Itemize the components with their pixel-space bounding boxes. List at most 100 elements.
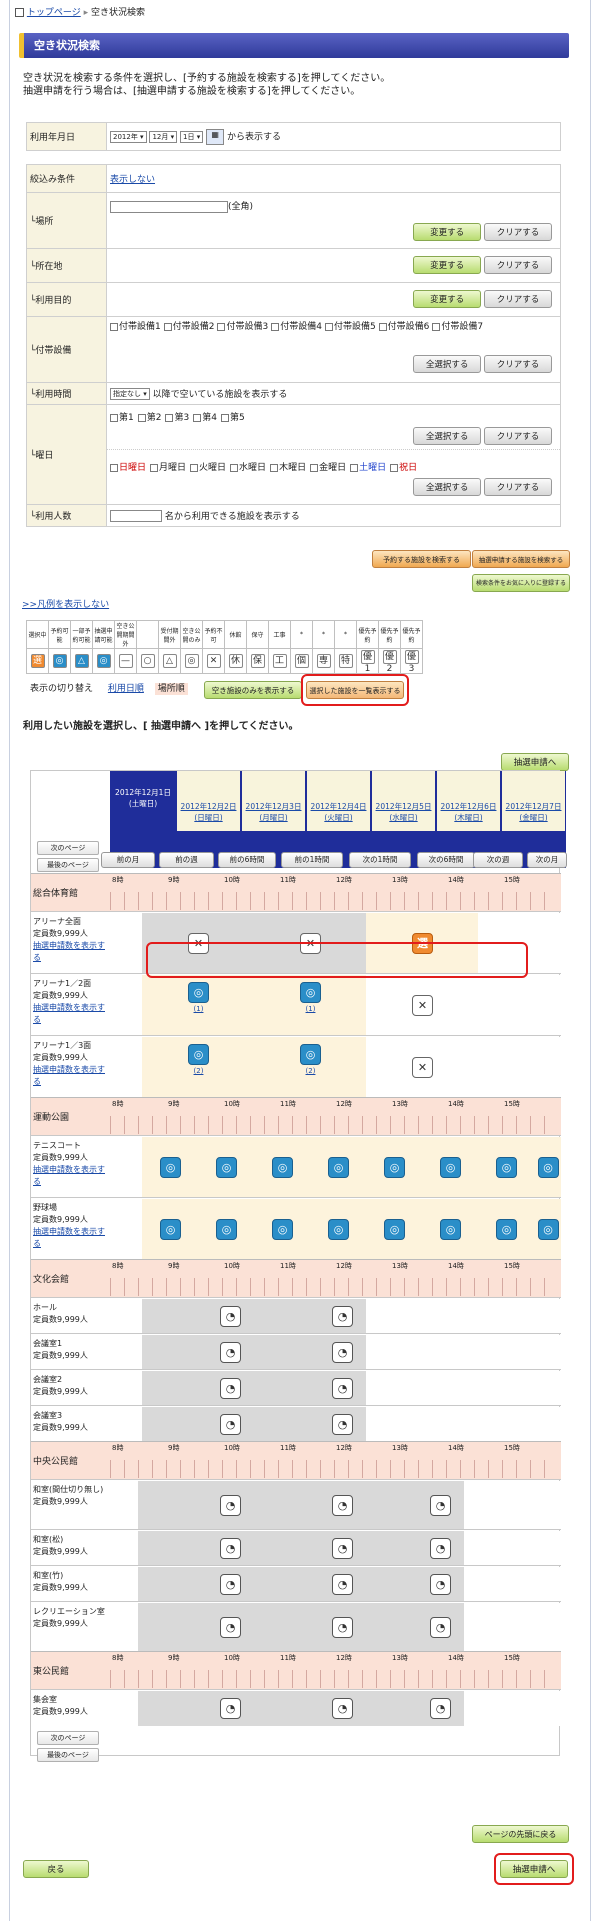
- equip-option[interactable]: 付帯設備6: [378, 322, 429, 332]
- show-empty-button[interactable]: 空き施設のみを表示する: [204, 681, 302, 699]
- nav-button[interactable]: 前の月: [101, 852, 155, 868]
- available-icon[interactable]: ◎: [188, 1044, 209, 1065]
- search-lottery-button[interactable]: 抽選申請する施設を検索する: [472, 550, 570, 568]
- partial-icon[interactable]: ◔: [332, 1414, 353, 1435]
- available-icon[interactable]: ◎: [216, 1219, 237, 1240]
- available-icon[interactable]: ◎: [160, 1157, 181, 1178]
- nav-button[interactable]: 前の1時間: [281, 852, 343, 868]
- checkbox[interactable]: [220, 413, 229, 422]
- location-clear-button[interactable]: クリアする: [484, 256, 552, 274]
- checkbox[interactable]: [324, 322, 333, 331]
- nav-button[interactable]: 次の月: [527, 852, 567, 868]
- checkbox[interactable]: [190, 463, 199, 472]
- partial-icon[interactable]: ◔: [332, 1574, 353, 1595]
- day-header-link[interactable]: 2012年12月4日(火曜日): [309, 801, 368, 823]
- partial-icon[interactable]: ◔: [332, 1538, 353, 1559]
- partial-icon[interactable]: ◔: [220, 1342, 241, 1363]
- save-favorite-button[interactable]: 検索条件をお気に入りに登録する: [472, 574, 570, 592]
- checkbox[interactable]: [137, 413, 146, 422]
- checkbox[interactable]: [271, 322, 280, 331]
- place-input[interactable]: [110, 200, 228, 213]
- filter-toggle-link[interactable]: 表示しない: [110, 175, 155, 185]
- partial-icon[interactable]: ◔: [332, 1495, 353, 1516]
- partial-icon[interactable]: ◔: [332, 1617, 353, 1638]
- day-all-button[interactable]: 全選択する: [413, 478, 482, 496]
- available-icon[interactable]: ◎: [496, 1219, 517, 1240]
- checkbox[interactable]: [217, 322, 226, 331]
- checkbox[interactable]: [230, 463, 239, 472]
- day-option[interactable]: 祝日: [390, 463, 417, 473]
- time-select[interactable]: 指定なし ▾: [110, 388, 150, 401]
- month-select[interactable]: 12月 ▾: [149, 130, 178, 143]
- week-option[interactable]: 第1: [110, 413, 134, 423]
- partial-icon[interactable]: ◔: [220, 1378, 241, 1399]
- last-page-button[interactable]: 最後のページ: [37, 1748, 99, 1762]
- day-option[interactable]: 水曜日: [230, 463, 266, 473]
- day-clear-button[interactable]: クリアする: [484, 478, 552, 496]
- checkbox[interactable]: [163, 322, 172, 331]
- nav-button[interactable]: 次の6時間: [417, 852, 475, 868]
- nav-button[interactable]: 次の週: [473, 852, 523, 868]
- equip-clear-button[interactable]: クリアする: [484, 355, 552, 373]
- partial-icon[interactable]: ◔: [220, 1306, 241, 1327]
- available-icon[interactable]: ◎: [537, 1157, 559, 1178]
- partial-icon[interactable]: ◔: [332, 1306, 353, 1327]
- week-clear-button[interactable]: クリアする: [484, 427, 552, 445]
- available-icon[interactable]: ◎: [440, 1219, 461, 1240]
- partial-icon[interactable]: ◔: [220, 1538, 241, 1559]
- available-icon[interactable]: ◎: [328, 1219, 349, 1240]
- purpose-clear-button[interactable]: クリアする: [484, 290, 552, 308]
- back-button[interactable]: 戻る: [23, 1860, 89, 1878]
- partial-icon[interactable]: ◔: [430, 1698, 451, 1719]
- checkbox[interactable]: [432, 322, 441, 331]
- equip-option[interactable]: 付帯設備2: [163, 322, 214, 332]
- day-option[interactable]: 土曜日: [350, 463, 386, 473]
- search-reserve-button[interactable]: 予約する施設を検索する: [372, 550, 471, 568]
- partial-icon[interactable]: ◔: [220, 1495, 241, 1516]
- partial-icon[interactable]: ◔: [332, 1698, 353, 1719]
- equip-option[interactable]: 付帯設備7: [432, 322, 483, 332]
- people-input[interactable]: [110, 510, 162, 523]
- equip-option[interactable]: 付帯設備4: [271, 322, 322, 332]
- next-page-button[interactable]: 次のページ: [37, 1731, 99, 1745]
- day-header-link[interactable]: 2012年12月5日(水曜日): [374, 801, 433, 823]
- checkbox[interactable]: [110, 463, 118, 472]
- checkbox[interactable]: [310, 463, 319, 472]
- available-icon[interactable]: ◎: [384, 1219, 405, 1240]
- day-header-link[interactable]: 2012年12月2日(日曜日): [179, 801, 238, 823]
- partial-icon[interactable]: ◔: [430, 1495, 451, 1516]
- place-clear-button[interactable]: クリアする: [484, 223, 552, 241]
- partial-icon[interactable]: ◔: [430, 1574, 451, 1595]
- checkbox[interactable]: [193, 413, 202, 422]
- nav-button[interactable]: 次の1時間: [349, 852, 411, 868]
- week-option[interactable]: 第4: [193, 413, 217, 423]
- available-icon[interactable]: ◎: [496, 1157, 517, 1178]
- available-icon[interactable]: ◎: [216, 1157, 237, 1178]
- lottery-count-link[interactable]: (1): [188, 1005, 209, 1013]
- day-option[interactable]: 金曜日: [310, 463, 346, 473]
- week-all-button[interactable]: 全選択する: [413, 427, 482, 445]
- year-select[interactable]: 2012年 ▾: [110, 130, 147, 143]
- partial-icon[interactable]: ◔: [220, 1617, 241, 1638]
- partial-icon[interactable]: ◔: [220, 1698, 241, 1719]
- location-change-button[interactable]: 変更する: [413, 256, 482, 274]
- nav-button[interactable]: 前の週: [159, 852, 214, 868]
- lottery-count-link[interactable]: (2): [188, 1067, 209, 1075]
- partial-icon[interactable]: ◔: [220, 1574, 241, 1595]
- checkbox[interactable]: [350, 463, 359, 472]
- lottery-button-top[interactable]: 抽選申請へ: [501, 753, 569, 771]
- checkbox[interactable]: [110, 413, 118, 422]
- nav-button[interactable]: 前の6時間: [218, 852, 276, 868]
- available-icon[interactable]: ◎: [537, 1219, 559, 1240]
- day-header-link[interactable]: 2012年12月7日(金曜日): [504, 801, 563, 823]
- partial-icon[interactable]: ◔: [332, 1342, 353, 1363]
- week-option[interactable]: 第2: [137, 413, 161, 423]
- available-icon[interactable]: ◎: [300, 1044, 321, 1065]
- day-option[interactable]: 木曜日: [270, 463, 306, 473]
- show-lottery-count-link[interactable]: 抽選申請数を表示する: [33, 1002, 106, 1026]
- show-lottery-count-link[interactable]: 抽選申請数を表示する: [33, 940, 106, 964]
- switch-by-date-link[interactable]: 利用日順: [108, 684, 144, 694]
- equip-option[interactable]: 付帯設備1: [110, 322, 161, 332]
- day-option[interactable]: 日曜日: [110, 463, 146, 473]
- show-lottery-count-link[interactable]: 抽選申請数を表示する: [33, 1164, 106, 1188]
